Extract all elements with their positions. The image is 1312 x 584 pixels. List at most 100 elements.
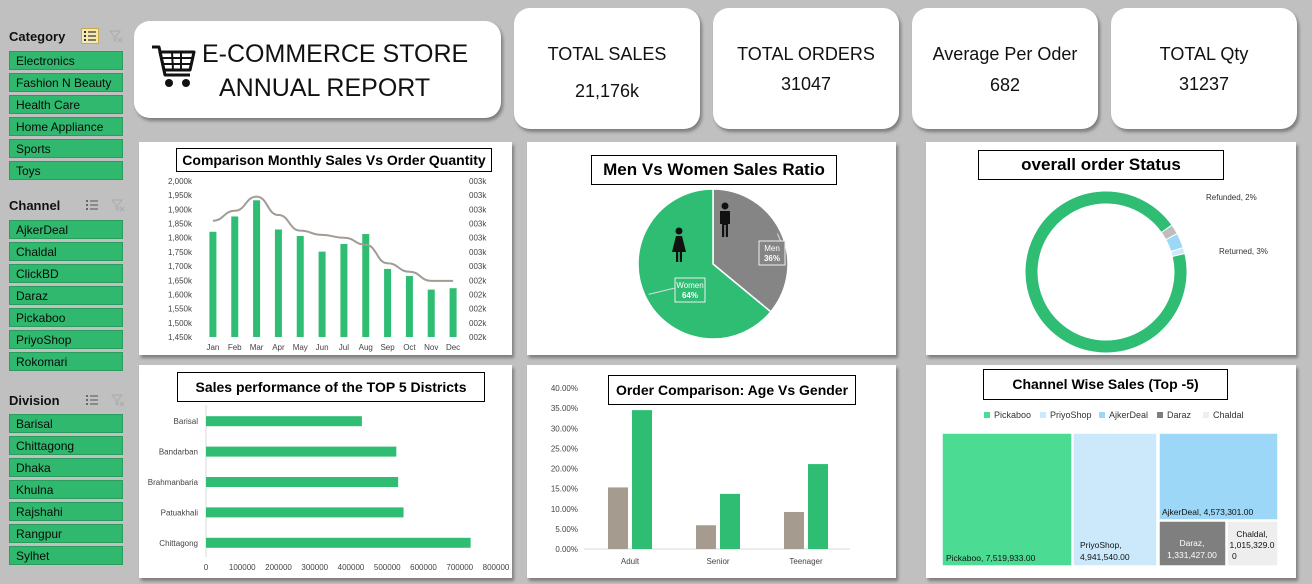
- monthly-sales-bar: [296, 236, 304, 337]
- slicer-item-rajshahi[interactable]: Rajshahi: [9, 502, 123, 521]
- x-axis-tick: Dec: [446, 343, 460, 352]
- order-quantity-line: [212, 195, 454, 282]
- order-status-chart-panel: overall order Status Refunded, 2% Returne…: [926, 142, 1296, 355]
- monthly-sales-bar: [405, 276, 413, 337]
- y-axis-tick: 1,750k: [168, 248, 193, 257]
- y-axis-tick: 40.00%: [551, 384, 578, 393]
- y2-axis-tick: 002k: [469, 276, 487, 285]
- pie-label-name: Women: [676, 281, 703, 290]
- top-districts-chart: Barisal Bandarban Brahmanbaria Patuakhali Ch…: [148, 405, 510, 572]
- treemap-tile-pickaboo: [941, 432, 1073, 567]
- x-axis-tick: 100000: [229, 563, 256, 572]
- y-axis-tick: 1,950k: [168, 191, 193, 200]
- y-axis-tick: 1,650k: [168, 276, 193, 285]
- y-axis-tick: 35.00%: [551, 404, 578, 413]
- clear-filter-icon[interactable]: [107, 28, 125, 44]
- x-axis-tick: 600000: [410, 563, 437, 572]
- age-gender-chart-panel: Order Comparison: Age Vs Gender 40.00% 35…: [527, 365, 896, 578]
- slicer-item-sylhet[interactable]: Sylhet: [9, 546, 123, 565]
- pie-label-name: Men: [764, 244, 780, 253]
- y-axis-tick: 1,700k: [168, 262, 193, 271]
- order-status-donut: Refunded, 2% Returned, 3%: [1024, 190, 1268, 354]
- y2-axis-tick: 003k: [469, 234, 487, 243]
- x-axis-tick: 800000: [483, 563, 510, 572]
- slicer-item-rokomari[interactable]: Rokomari: [9, 352, 123, 371]
- gender-ratio-pie: Men36% Women64%: [637, 188, 789, 340]
- y2-axis-tick: 002k: [469, 333, 487, 342]
- multi-select-icon[interactable]: [83, 392, 101, 408]
- legend-label: AjkerDeal: [1109, 410, 1148, 420]
- shopping-cart-icon: [152, 45, 196, 87]
- x-axis-tick: 0: [204, 563, 209, 572]
- division-slicer-title: Division: [9, 393, 60, 408]
- slicer-item-clickbd[interactable]: ClickBD: [9, 264, 123, 283]
- x-axis-tick: 400000: [338, 563, 365, 572]
- slicer-item-pickaboo[interactable]: Pickaboo: [9, 308, 123, 327]
- slicer-item-ajkerdeal[interactable]: AjkerDeal: [9, 220, 123, 239]
- district-bar: [206, 477, 399, 487]
- district-label: Chittagong: [159, 539, 198, 548]
- age-gender-bar: [808, 464, 828, 549]
- clear-filter-icon[interactable]: [109, 392, 127, 408]
- y2-axis-tick: 002k: [469, 319, 487, 328]
- legend-label: Pickaboo: [994, 410, 1031, 420]
- slicer-item-sports[interactable]: Sports: [9, 139, 123, 158]
- slicer-item-dhaka[interactable]: Dhaka: [9, 458, 123, 477]
- monthly-sales-bar: [384, 268, 392, 337]
- multi-select-icon[interactable]: [83, 197, 101, 213]
- y-axis-tick: 1,600k: [168, 290, 193, 299]
- treemap-label: Chaldal,: [1236, 529, 1267, 539]
- channel-slicer-toolbar: [83, 197, 127, 213]
- district-bar: [206, 507, 404, 518]
- district-bar: [206, 446, 397, 457]
- y2-axis-tick: 003k: [469, 191, 487, 200]
- y2-axis-tick: 003k: [469, 248, 487, 257]
- slicer-item-rangpur[interactable]: Rangpur: [9, 524, 123, 543]
- legend-label: Daraz: [1167, 410, 1192, 420]
- slicer-item-khulna[interactable]: Khulna: [9, 480, 123, 499]
- multi-select-icon[interactable]: [81, 28, 99, 44]
- legend-label: Chaldal: [1213, 410, 1244, 420]
- treemap-label: Pickaboo, 7,519,933.00: [946, 553, 1036, 563]
- y2-axis-tick: 002k: [469, 305, 487, 314]
- y-axis-tick: 5.00%: [555, 525, 578, 534]
- slicer-item-fashion-n-beauty[interactable]: Fashion N Beauty: [9, 73, 123, 92]
- district-label: Barisal: [174, 417, 199, 426]
- y-axis-tick: 30.00%: [551, 424, 578, 433]
- kpi-total-orders: TOTAL ORDERS 31047: [713, 8, 899, 129]
- y-axis-tick: 1,850k: [168, 220, 193, 229]
- x-axis-tick: 200000: [265, 563, 292, 572]
- slicer-item-home-appliance[interactable]: Home Appliance: [9, 117, 123, 136]
- monthly-sales-chart-panel: Comparison Monthly Sales Vs Order Quanti…: [139, 142, 512, 355]
- x-axis-tick: Sep: [380, 343, 395, 352]
- kpi-average-per-order: Average Per Oder 682: [912, 8, 1098, 129]
- y-axis-tick: 1,800k: [168, 234, 193, 243]
- treemap-label: PriyoShop,: [1080, 540, 1122, 550]
- treemap-label: AjkerDeal, 4,573,301.00: [1162, 507, 1253, 517]
- slicer-item-barisal[interactable]: Barisal: [9, 414, 123, 433]
- slicer-item-chaldal[interactable]: Chaldal: [9, 242, 123, 261]
- x-axis-tick: Oct: [403, 343, 416, 352]
- slicer-item-toys[interactable]: Toys: [9, 161, 123, 180]
- y2-axis-tick: 003k: [469, 220, 487, 229]
- x-axis-tick: Nov: [424, 343, 438, 352]
- y-axis-tick: 15.00%: [551, 485, 578, 494]
- monthly-sales-bar: [231, 216, 239, 337]
- report-title-card: E-COMMERCE STORE ANNUAL REPORT: [134, 21, 501, 118]
- donut-segment-delivered: [1024, 190, 1188, 354]
- clear-filter-icon[interactable]: [109, 197, 127, 213]
- kpi-label: Average Per Oder: [932, 44, 1078, 64]
- y-axis-tick: 10.00%: [551, 505, 578, 514]
- slicer-item-priyoshop[interactable]: PriyoShop: [9, 330, 123, 349]
- slicer-item-chittagong[interactable]: Chittagong: [9, 436, 123, 455]
- x-axis-tick: Jul: [339, 343, 349, 352]
- slicer-item-daraz[interactable]: Daraz: [9, 286, 123, 305]
- legend-swatch: [1203, 412, 1209, 418]
- y-axis-tick: 25.00%: [551, 444, 578, 453]
- x-axis-tick: 700000: [446, 563, 473, 572]
- slicer-item-electronics[interactable]: Electronics: [9, 51, 123, 70]
- woman-icon-head: [675, 227, 683, 235]
- y2-axis-tick: 003k: [469, 205, 487, 214]
- x-axis-tick: Adult: [621, 557, 640, 566]
- slicer-item-health-care[interactable]: Health Care: [9, 95, 123, 114]
